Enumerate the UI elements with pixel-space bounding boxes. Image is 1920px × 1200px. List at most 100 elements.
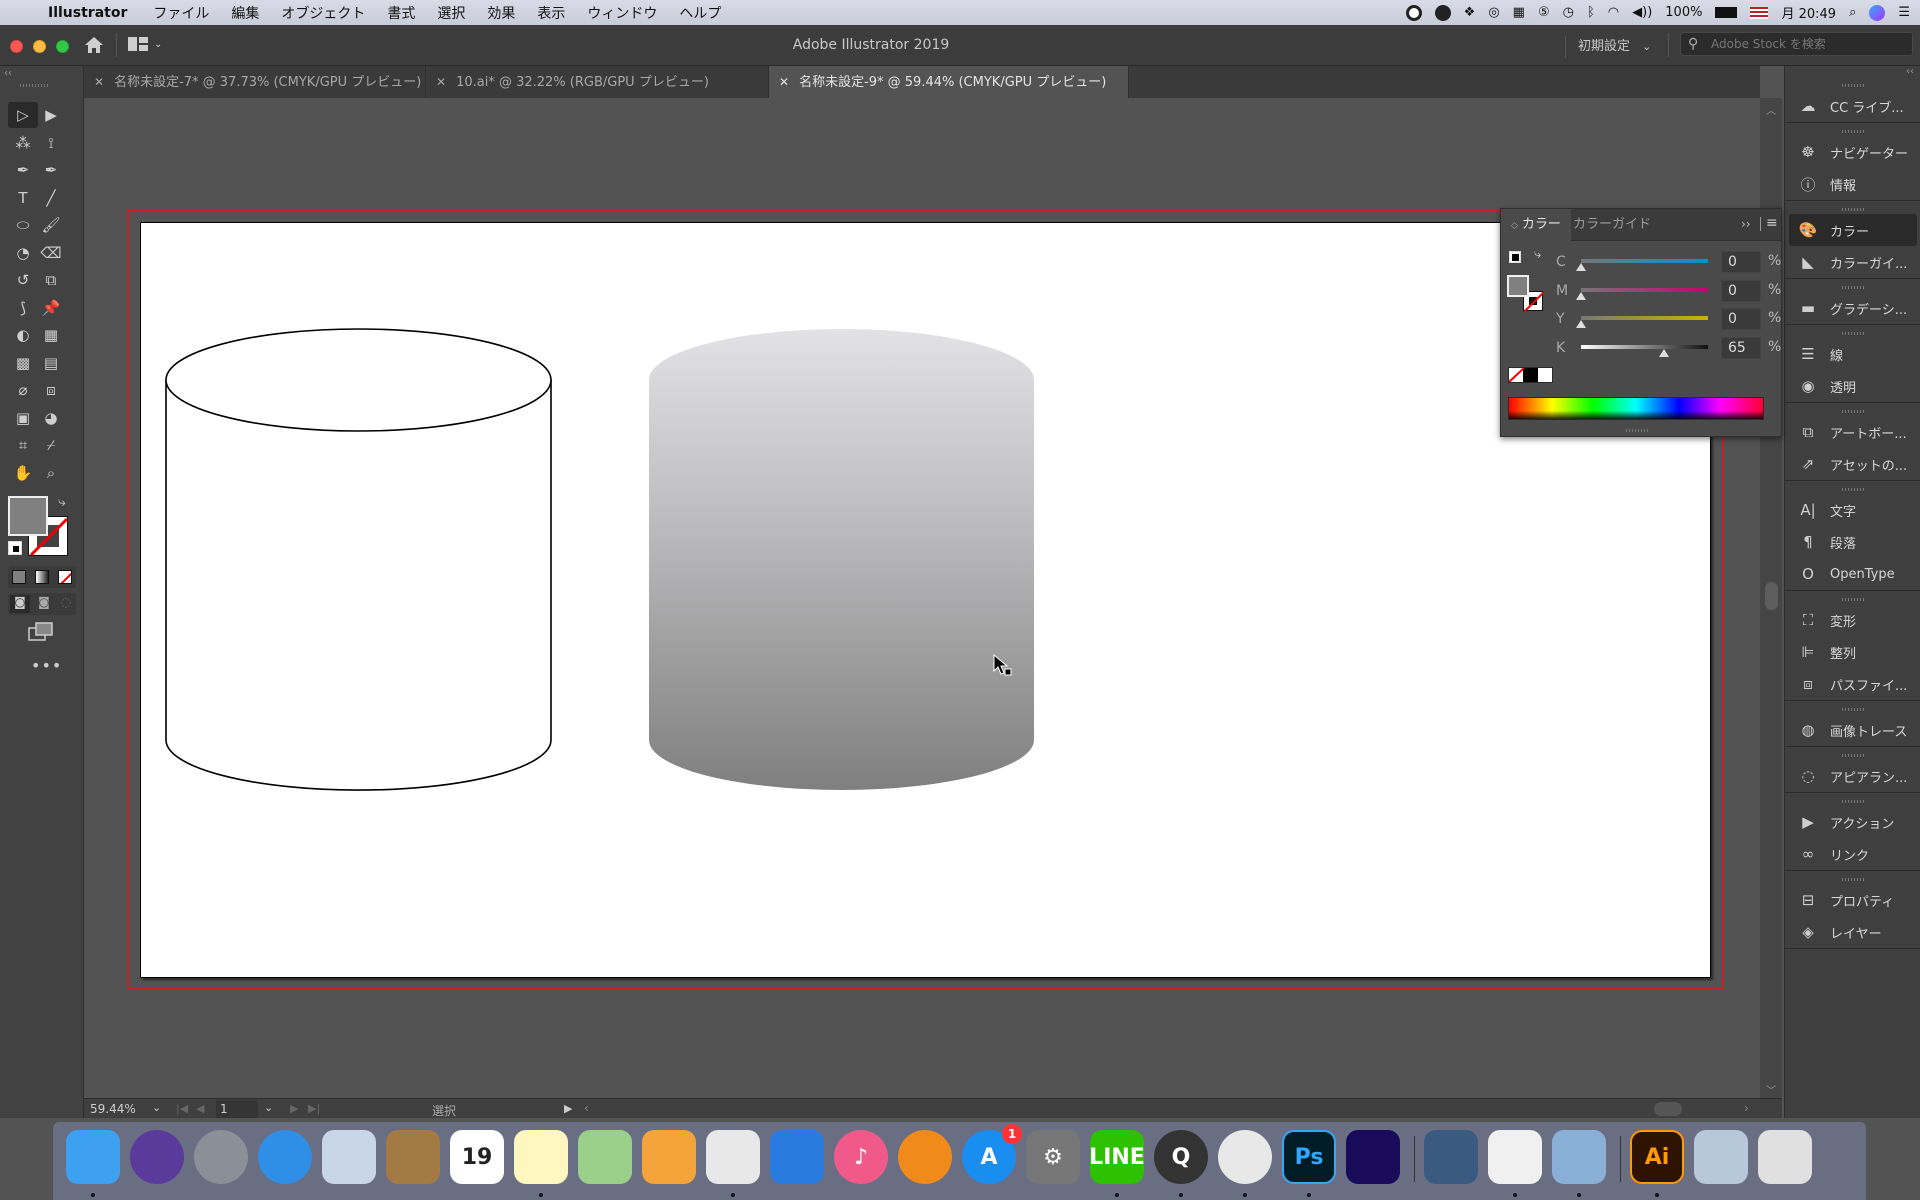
close-tab-icon[interactable]: ✕ (436, 75, 446, 89)
type-tool[interactable]: T (8, 185, 38, 211)
panel-button-paragraph[interactable]: ¶ 段落 (1785, 526, 1920, 558)
menu-select[interactable]: 選択 (437, 3, 465, 23)
panel-button-stroke[interactable]: ☰ 線 (1785, 338, 1920, 370)
first-artboard-button[interactable]: |◀ (176, 1102, 188, 1115)
dock-app-notes[interactable] (514, 1130, 568, 1184)
value-input-m[interactable]: 0 (1721, 279, 1761, 302)
panel-button-properties[interactable]: ⊟ プロパティ (1785, 884, 1920, 916)
outline-cylinder-body[interactable] (165, 380, 552, 791)
graph-tool[interactable]: ◕ (36, 405, 66, 431)
bluetooth-icon[interactable]: ᛒ (1587, 5, 1595, 20)
screen-mode-icon[interactable] (28, 622, 54, 642)
mesh-tool[interactable]: ▩ (8, 350, 38, 376)
eraser-tool[interactable]: ⌫ (36, 240, 66, 266)
outline-cylinder-top[interactable] (165, 328, 552, 432)
dock-app-contacts[interactable] (386, 1130, 440, 1184)
panel-button-transparency[interactable]: ◉ 透明 (1785, 370, 1920, 402)
slice-tool[interactable]: ⌿ (36, 432, 66, 458)
white-swatch[interactable] (1537, 368, 1552, 382)
wifi-icon[interactable]: ◠ (1608, 5, 1619, 20)
tab-document-10ai[interactable]: ✕ 10.ai* @ 32.22% (RGB/GPU プレビュー) (426, 66, 769, 98)
slider-thumb-y[interactable] (1576, 320, 1586, 328)
dock-app-keynote[interactable] (770, 1130, 824, 1184)
draw-normal-button[interactable]: ◙ (10, 595, 30, 613)
scroll-down-icon[interactable]: ﹀ (1766, 1082, 1776, 1097)
line-status-icon[interactable] (1434, 4, 1451, 21)
panel-resize-grip[interactable] (1626, 429, 1650, 432)
dock-app-system-preferences[interactable]: ⚙ (1026, 1130, 1080, 1184)
edit-toolbar-icon[interactable]: ••• (31, 656, 62, 675)
dock-app-preview[interactable] (1552, 1130, 1606, 1184)
siri-icon[interactable] (1869, 4, 1886, 21)
volume-icon[interactable]: ◀)) (1632, 5, 1652, 20)
zoom-level-field[interactable]: 59.44% (90, 1102, 150, 1116)
gradient-cylinder[interactable] (649, 329, 1034, 790)
panel-button-layers[interactable]: ◈ レイヤー (1785, 916, 1920, 948)
curvature-tool[interactable]: ✒ (36, 157, 66, 183)
panel-group-grip[interactable] (1785, 126, 1920, 136)
battery-percent[interactable]: 100% (1665, 5, 1702, 20)
slider-track-y[interactable] (1581, 316, 1708, 320)
value-input-y[interactable]: 0 (1721, 308, 1761, 330)
panel-button-links[interactable]: ∞ リンク (1785, 838, 1920, 870)
artboard-tool[interactable]: ⌗ (8, 432, 38, 458)
ellipse-tool[interactable]: ⬭ (8, 212, 38, 238)
collapse-toolbar-icon[interactable]: ‹‹ (4, 68, 12, 79)
slider-thumb-c[interactable] (1576, 263, 1586, 271)
dock-app-app-bull[interactable] (1424, 1130, 1478, 1184)
spotlight-icon[interactable]: ⌕ (1849, 5, 1856, 20)
paintbrush-tool[interactable]: 🖌 (36, 212, 66, 238)
dock-app-photos-stack[interactable] (1694, 1130, 1748, 1184)
default-colors-icon[interactable] (1509, 251, 1521, 263)
vertical-scroll-thumb[interactable] (1765, 582, 1778, 610)
tab-document-9[interactable]: ✕ 名称未設定-9* @ 59.44% (CMYK/GPU プレビュー) (769, 66, 1129, 98)
default-fill-stroke-icon[interactable] (8, 541, 22, 555)
panel-button-asset-export[interactable]: ⇗ アセットの... (1785, 448, 1920, 480)
puppet-warp-tool[interactable]: ⟆ (8, 295, 38, 321)
panel-button-gradient[interactable]: ▬ グラデーシ... (1785, 292, 1920, 324)
scroll-right-icon[interactable]: › (1744, 1101, 1749, 1115)
dock-app-siri[interactable] (130, 1130, 184, 1184)
panel-button-appearance[interactable]: ◌ アピアラン... (1785, 760, 1920, 792)
swap-colors-icon[interactable]: ⤷ (1534, 247, 1541, 262)
panel-button-info[interactable]: ⓘ 情報 (1785, 168, 1920, 200)
scale-tool[interactable]: ⧉ (36, 267, 66, 293)
slider-thumb-k[interactable] (1658, 348, 1669, 357)
draw-behind-button[interactable]: ◙ (34, 595, 54, 613)
panel-button-align[interactable]: ⊫ 整列 (1785, 636, 1920, 668)
panel-group-grip[interactable] (1785, 328, 1920, 338)
line-segment-tool[interactable]: ╱ (36, 185, 66, 211)
dock-app-safari[interactable] (258, 1130, 312, 1184)
next-artboard-button[interactable]: ▶ (290, 1102, 298, 1115)
panel-group-grip[interactable] (1785, 594, 1920, 604)
black-swatch[interactable] (1523, 368, 1538, 382)
fill-swatch[interactable] (8, 496, 48, 536)
panel-group-grip[interactable] (1785, 750, 1920, 760)
panel-group-grip[interactable] (1785, 406, 1920, 416)
selection-tool[interactable]: ▷ (8, 102, 38, 128)
slider-thumb-m[interactable] (1576, 291, 1586, 300)
panel-group-grip[interactable] (1785, 796, 1920, 806)
dropbox-icon[interactable]: ❖ (1464, 5, 1476, 20)
gradient-mode-button[interactable] (35, 570, 49, 584)
screen-record-icon[interactable] (1405, 4, 1422, 21)
value-input-c[interactable]: 0 (1721, 251, 1761, 273)
artboard-dropdown-icon[interactable]: ⌄ (264, 1101, 273, 1114)
gradient-tool[interactable]: ▤ (36, 350, 66, 376)
tab-color-guide[interactable]: カラーガイド (1563, 209, 1661, 241)
panel-button-navigator[interactable]: ☸ ナビゲーター (1785, 136, 1920, 168)
menu-effect[interactable]: 効果 (487, 3, 515, 23)
horizontal-scroll-thumb[interactable] (1654, 1102, 1682, 1116)
dock-app-mail[interactable] (322, 1130, 376, 1184)
dock-app-illustrator[interactable]: Ai (1630, 1130, 1684, 1184)
outline-cylinder[interactable] (165, 328, 552, 791)
panel-button-transform[interactable]: ⛶ 変形 (1785, 604, 1920, 636)
lasso-tool[interactable]: ⟟ (36, 130, 66, 156)
panel-button-character[interactable]: A| 文字 (1785, 494, 1920, 526)
zoom-tool[interactable]: ⌕ (36, 460, 66, 486)
status-menu-icon[interactable]: ▶ (564, 1102, 572, 1115)
previous-artboard-button[interactable]: ◀ (196, 1102, 204, 1115)
panel-group-grip[interactable] (1785, 874, 1920, 884)
expand-panels-icon[interactable]: ‹‹ (1906, 66, 1914, 77)
time-machine-icon[interactable]: ◷ (1563, 5, 1574, 20)
